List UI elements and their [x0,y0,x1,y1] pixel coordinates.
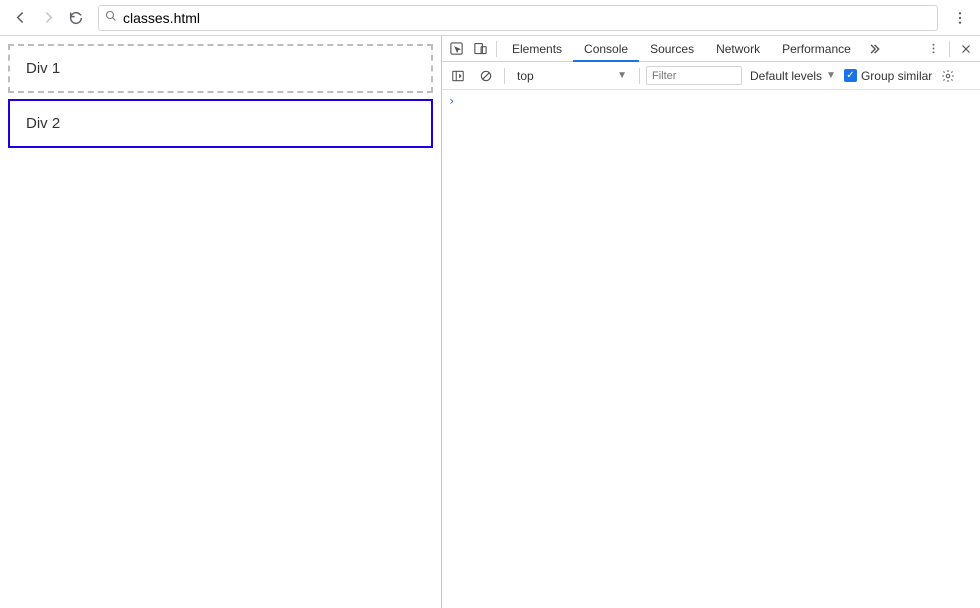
tab-elements[interactable]: Elements [501,36,573,62]
checkbox-checked-icon: ✓ [844,69,857,82]
separator [639,68,640,84]
group-similar-checkbox[interactable]: ✓ Group similar [844,69,932,83]
search-icon [105,10,117,25]
more-tabs-icon[interactable] [862,37,886,61]
tab-performance[interactable]: Performance [771,36,862,62]
devtools-tabs: Elements Console Sources Network Perform… [442,36,980,62]
address-bar[interactable] [98,5,938,31]
menu-icon[interactable] [946,4,974,32]
console-toolbar: top ▼ Default levels ▼ ✓ Group similar [442,62,980,90]
url-input[interactable] [123,10,931,26]
devtools-panel: Elements Console Sources Network Perform… [442,36,980,608]
inspect-icon[interactable] [444,37,468,61]
levels-label: Default levels [750,69,822,83]
dropdown-icon: ▼ [826,70,836,81]
console-prompt: › [448,94,455,108]
log-levels-dropdown[interactable]: Default levels ▼ [746,69,840,83]
separator [504,68,505,84]
tab-console[interactable]: Console [573,36,639,62]
content-area: Div 1 Div 2 Elements Console Sources Net… [0,36,980,608]
console-settings-icon[interactable] [936,64,960,88]
tab-sources[interactable]: Sources [639,36,705,62]
tab-network[interactable]: Network [705,36,771,62]
context-selector[interactable]: top ▼ [511,66,633,86]
back-icon[interactable] [6,4,34,32]
forward-icon[interactable] [34,4,62,32]
devtools-menu-icon[interactable] [921,37,945,61]
page-viewport: Div 1 Div 2 [0,36,442,608]
device-toggle-icon[interactable] [468,37,492,61]
console-body[interactable]: › [442,90,980,608]
close-devtools-icon[interactable] [954,37,978,61]
separator [496,41,497,57]
div-1: Div 1 [8,44,433,93]
clear-console-icon[interactable] [474,64,498,88]
reload-icon[interactable] [62,4,90,32]
separator [949,41,950,57]
sidebar-toggle-icon[interactable] [446,64,470,88]
filter-input[interactable] [646,66,742,85]
group-similar-label: Group similar [861,69,932,83]
browser-toolbar [0,0,980,36]
context-label: top [517,69,534,83]
div-2: Div 2 [8,99,433,148]
dropdown-icon: ▼ [617,70,627,81]
